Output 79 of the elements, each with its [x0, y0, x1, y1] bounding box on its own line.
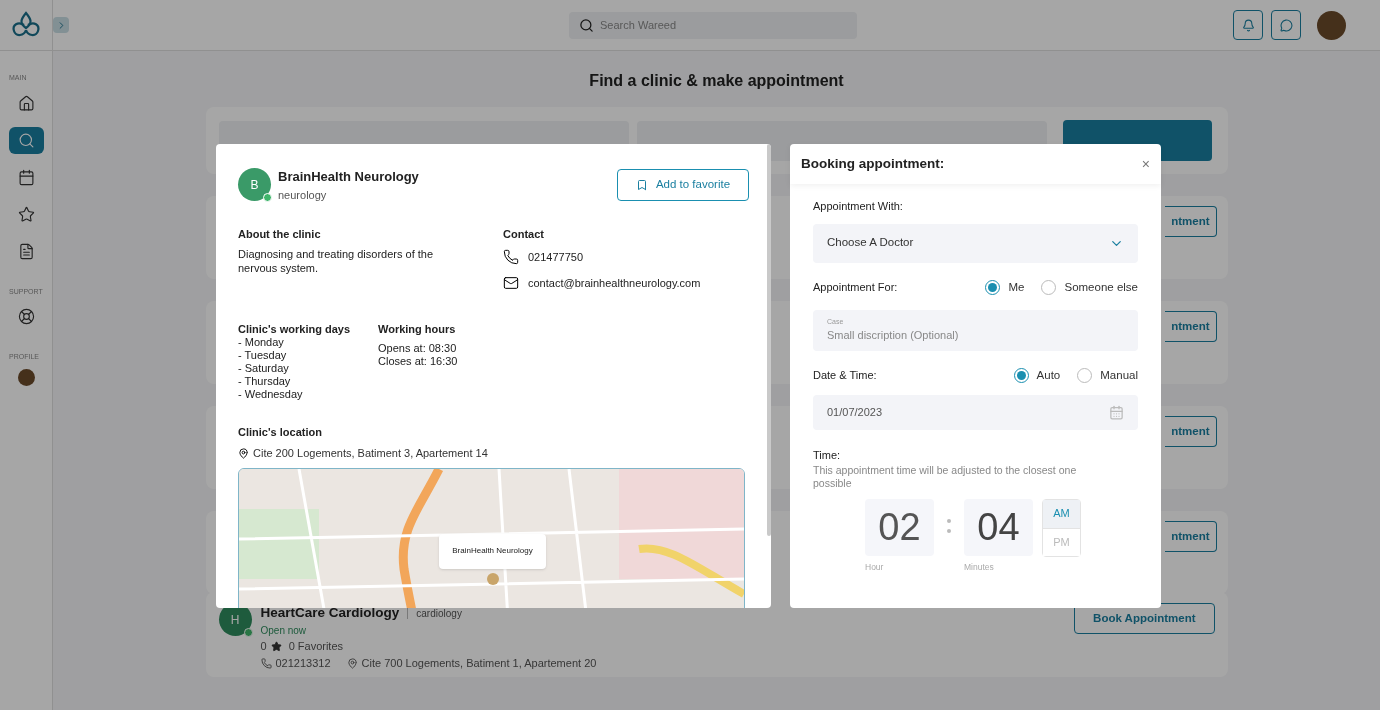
- mail-icon: [503, 275, 519, 292]
- search-nav-button[interactable]: [8, 126, 44, 154]
- doctor-dropdown[interactable]: Choose A Doctor: [813, 223, 1138, 263]
- sidebar-toggle-button[interactable]: [53, 17, 69, 33]
- clinic-phone: 021213312: [275, 655, 331, 671]
- calendar-icon: [17, 168, 35, 186]
- phone-icon: [503, 248, 519, 265]
- profile-avatar[interactable]: [17, 368, 35, 386]
- radio-label: Auto: [1036, 367, 1061, 383]
- section-heading: Working hours: [378, 321, 457, 336]
- star-icon: [270, 641, 282, 652]
- favorites-count: 0 Favorites: [288, 639, 344, 655]
- section-heading: Clinic's location: [238, 424, 323, 440]
- date-input-field[interactable]: 01/07/2023: [813, 395, 1138, 430]
- radio-label: Me: [1008, 279, 1025, 295]
- hour-label: Hour: [865, 560, 885, 574]
- scrollbar-thumb[interactable]: [767, 144, 771, 536]
- map[interactable]: BrainHealth Neurology: [238, 467, 745, 608]
- radio-label: Someone else: [1064, 279, 1138, 295]
- working-day: - Thursday: [238, 374, 378, 388]
- bell-icon: [1241, 18, 1255, 32]
- clinic-address: Cite 700 Logements, Batiment 1, Apartement 20: [361, 655, 597, 671]
- document-icon: [17, 242, 35, 260]
- star-icon: [17, 205, 35, 223]
- field-label: Appointment With:: [813, 199, 904, 214]
- period-toggle[interactable]: AM: [1043, 499, 1080, 528]
- map-popup-label: BrainHealth Neurology: [452, 545, 533, 557]
- working-day: - Tuesday: [238, 348, 378, 362]
- clinic-category: neurology: [278, 187, 328, 203]
- contact-phone: 021477750: [528, 249, 584, 265]
- logo-icon: [10, 11, 42, 39]
- add-to-favorite-button[interactable]: Add to favorite: [617, 169, 749, 201]
- working-day: - Monday: [238, 335, 378, 349]
- search-field[interactable]: Search Wareed: [569, 11, 857, 39]
- opening-time: Opens at: 08:30: [378, 341, 458, 355]
- section-heading: Contact: [503, 227, 545, 242]
- clinic-name: BrainHealth Neurology: [278, 168, 419, 186]
- radio-label: Manual: [1100, 367, 1138, 383]
- notifications-button[interactable]: [1233, 10, 1263, 40]
- section-heading: Clinic's working days: [238, 321, 352, 336]
- minutes-label: Minutes: [964, 560, 995, 574]
- clinic-address: Cite 200 Logements, Batiment 3, Apartement 14: [253, 446, 488, 461]
- search-icon: [17, 131, 35, 149]
- open-status: Open now: [260, 624, 308, 639]
- about-text: Diagnosing and treating disorders of the nervous system.: [238, 246, 435, 275]
- time-hint: This appointment time will be adjusted to the closest one possible: [813, 463, 1078, 490]
- book-appointment-button[interactable]: ntment: [1164, 521, 1217, 552]
- working-day: - Wednesday: [238, 387, 378, 401]
- field-label: Date & Time:: [813, 368, 877, 384]
- book-appointment-button[interactable]: ntment: [1164, 311, 1217, 342]
- book-appointment-button[interactable]: ntment: [1164, 206, 1217, 237]
- clinic-avatar: B: [238, 168, 271, 201]
- close-button[interactable]: ×: [1141, 153, 1150, 175]
- bookmark-icon: [635, 179, 648, 191]
- contact-email: contact@brainhealthneurology.com: [528, 276, 701, 291]
- hour-input-field[interactable]: 02: [865, 498, 934, 556]
- page-title: Find a clinic & make appointment: [589, 71, 844, 91]
- time-separator-icon: [947, 518, 951, 533]
- minutes-input-field[interactable]: 04: [964, 498, 1033, 556]
- location-pin-icon: [238, 447, 249, 459]
- messages-button[interactable]: [1271, 10, 1301, 40]
- field-label: Appointment For:: [813, 279, 898, 295]
- user-avatar[interactable]: [1317, 10, 1346, 40]
- home-icon: [17, 94, 35, 112]
- calendar-icon: [1109, 405, 1124, 420]
- closing-time: Closes at: 16:30: [378, 354, 458, 368]
- location-pin-icon: [346, 657, 358, 669]
- clinic-category: cardiology: [416, 606, 462, 621]
- modal-title: Booking appointment:: [801, 154, 945, 173]
- rating-value: 0: [260, 639, 267, 655]
- field-label: Time:: [813, 448, 842, 463]
- book-appointment-button[interactable]: ntment: [1164, 416, 1217, 447]
- chat-bubble-icon: [1279, 18, 1293, 32]
- phone-icon: [260, 657, 272, 669]
- period-toggle[interactable]: PM: [1043, 527, 1080, 556]
- working-day: - Saturday: [238, 361, 378, 375]
- search-icon: [579, 17, 594, 33]
- section-heading: About the clinic: [238, 227, 322, 242]
- support-icon: [17, 308, 35, 325]
